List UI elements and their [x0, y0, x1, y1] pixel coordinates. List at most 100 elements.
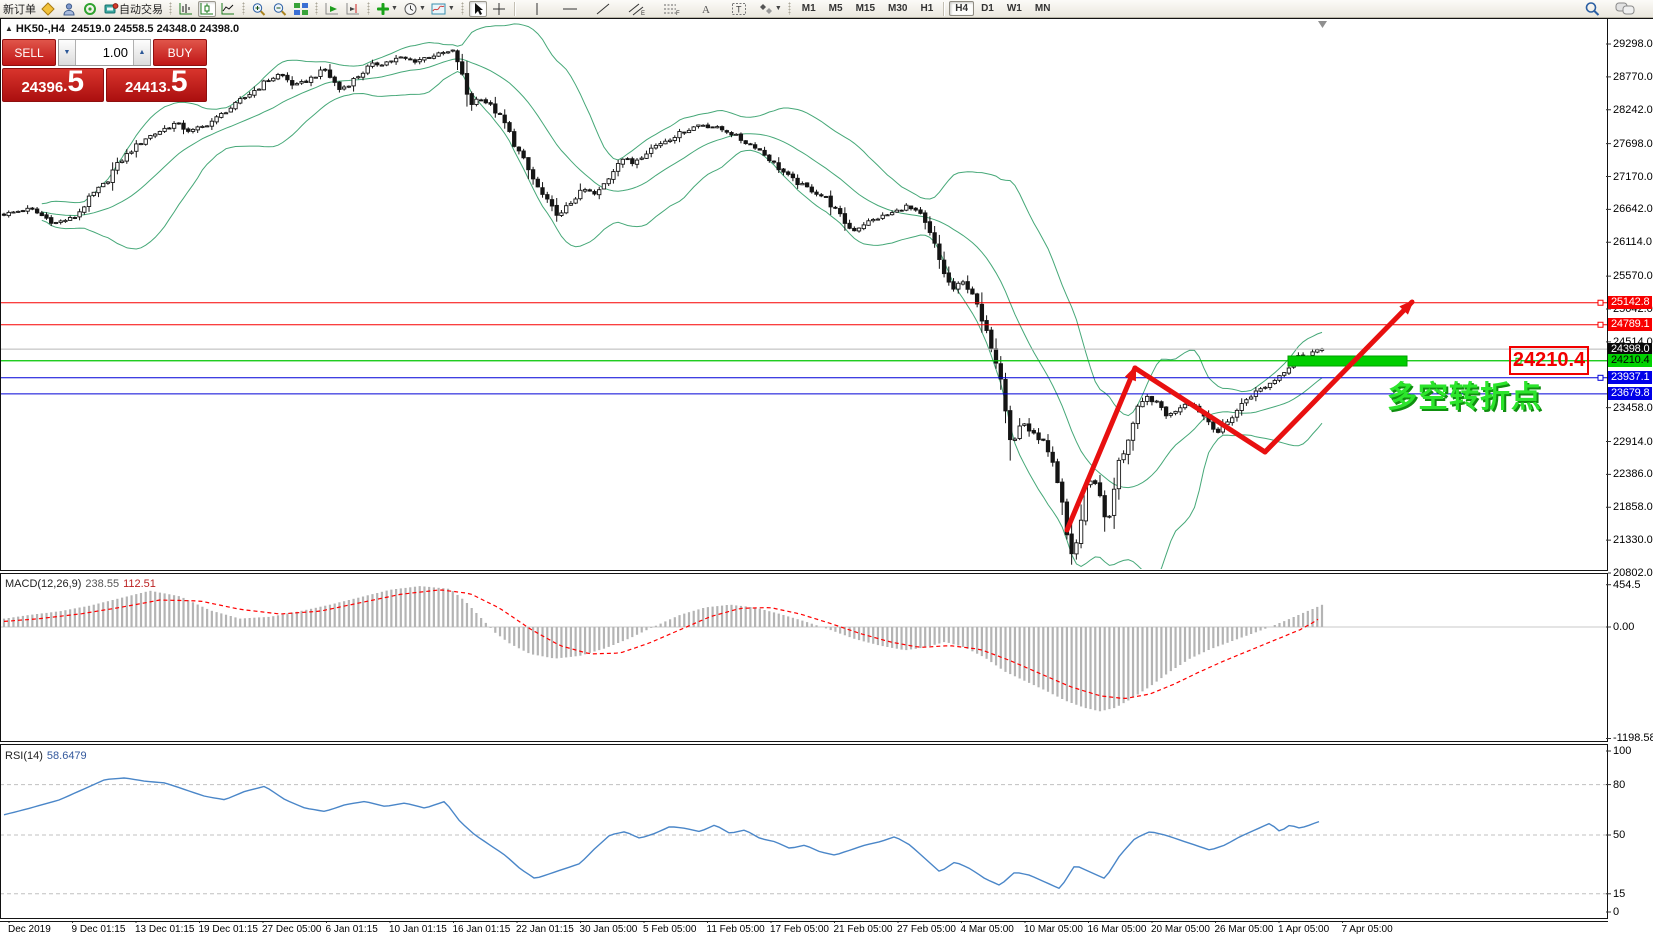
line-handle[interactable]	[1597, 321, 1604, 328]
toolbar-grip[interactable]	[460, 2, 464, 15]
time-axis-label: 20 Mar 05:00	[1151, 924, 1210, 935]
buy-button[interactable]: BUY	[153, 39, 207, 66]
time-axis-label: 21 Feb 05:00	[833, 924, 893, 935]
rsi-axis-label: 50	[1613, 829, 1626, 841]
chart-title: ▲ HK50-,H4 24519.0 24558.5 24348.0 24398.…	[5, 23, 239, 35]
time-axis-label: 10 Jan 01:15	[389, 924, 447, 935]
tile-windows-button[interactable]	[292, 1, 310, 17]
fibonacci-icon: F	[663, 4, 680, 16]
price-marker-blue: 23679.8	[1608, 387, 1653, 401]
time-axis-label: 7 Apr 05:00	[1341, 924, 1393, 935]
price-axis-label: 27170.0	[1613, 170, 1653, 183]
collapse-triangle-icon[interactable]: ▲	[5, 24, 13, 33]
time-axis-label: 10 Mar 05:00	[1024, 924, 1083, 935]
text-label-tool-button[interactable]: T	[730, 1, 748, 17]
search-button[interactable]	[1583, 1, 1602, 17]
price-axis-label: 25570.0	[1613, 270, 1653, 283]
timeframe-button-m15[interactable]: M15	[850, 1, 881, 16]
time-axis-label: 26 Mar 05:00	[1214, 924, 1274, 935]
price-axis-label: 26642.0	[1613, 203, 1653, 216]
timeframe-button-mn[interactable]: MN	[1029, 1, 1057, 16]
vertical-line-tool-button[interactable]	[528, 1, 546, 17]
toolbar-grip[interactable]	[787, 2, 791, 15]
auto-scroll-icon	[325, 2, 338, 14]
macd-indicator-label: MACD(12,26,9) 238.55 112.51	[5, 578, 156, 590]
cursor-icon	[474, 2, 483, 15]
arrows-tool-button[interactable]: ▼	[757, 1, 783, 17]
period-button[interactable]: ▼	[402, 1, 427, 17]
sell-button[interactable]: SELL	[2, 39, 56, 66]
volume-stepper: ▼ 1.00 ▲	[58, 39, 151, 66]
green-swirl-icon	[84, 2, 96, 15]
volume-decrease-button[interactable]: ▼	[59, 40, 76, 65]
timeframe-toolbar: M1 M5 M15 M30 H1 H4 D1 W1 MN	[796, 1, 1057, 16]
price-axis-label: 29298.0	[1613, 38, 1653, 50]
autotrading-button[interactable]: 自动交易	[102, 1, 164, 17]
chart-shift-icon	[346, 2, 359, 14]
price-axis-label: 22386.0	[1613, 468, 1653, 481]
toolbar-grip[interactable]	[367, 2, 370, 15]
pane-divider[interactable]	[0, 570, 1608, 574]
trendline-tool-button[interactable]	[594, 1, 612, 17]
add-indicator-button[interactable]: ▼	[375, 1, 399, 17]
auto-scroll-button[interactable]	[323, 1, 341, 17]
rsi-name: RSI(14)	[5, 750, 43, 762]
zoom-out-button[interactable]	[271, 1, 289, 17]
crosshair-tool-button[interactable]	[490, 1, 508, 17]
pane-divider[interactable]	[0, 741, 1608, 745]
fibonacci-tool-button[interactable]: F	[662, 1, 682, 17]
symbol-period: HK50-,H4	[15, 23, 65, 35]
community-button[interactable]	[81, 1, 99, 17]
templates-button[interactable]: ▼	[430, 1, 456, 17]
chart-shift-button[interactable]	[344, 1, 362, 17]
zoom-in-button[interactable]	[250, 1, 268, 17]
bar-chart-type-button[interactable]	[177, 1, 195, 17]
time-axis-label: 30 Jan 05:00	[579, 924, 638, 935]
timeframe-button-d1[interactable]: D1	[975, 1, 1000, 16]
price-axis-label: 21858.0	[1613, 501, 1653, 514]
time-axis-label: 19 Dec 01:15	[198, 924, 259, 935]
rsi-axis-label: 100	[1613, 745, 1632, 757]
volume-increase-button[interactable]: ▲	[133, 40, 150, 65]
line-handle[interactable]	[1597, 299, 1604, 306]
turning-point-text[interactable]: 多空转折点	[1387, 372, 1542, 416]
sell-price-box[interactable]: 243965	[2, 67, 104, 102]
toolbar-grip[interactable]	[242, 2, 245, 15]
price-marker-green: 24210.4	[1608, 354, 1653, 368]
chat-bubbles-icon	[1615, 2, 1635, 15]
timeframe-button-m1[interactable]: M1	[796, 1, 822, 16]
toolbar-separator	[513, 1, 516, 16]
line-chart-type-button[interactable]	[219, 1, 237, 17]
volume-input[interactable]: 1.00	[76, 40, 133, 65]
chart-canvas[interactable]	[0, 0, 1653, 942]
equidistant-channel-tool-button[interactable]: E	[627, 1, 647, 17]
cursor-tool-button[interactable]	[468, 0, 487, 17]
price-marker-red: 24789.1	[1608, 318, 1653, 332]
buy-price-box[interactable]: 244135	[105, 67, 207, 102]
candlestick-icon	[200, 2, 213, 14]
time-axis-label: 27 Feb 05:00	[897, 924, 956, 935]
price-axis-label: 20802.0	[1613, 567, 1653, 580]
candlestick-chart-type-button[interactable]	[198, 0, 216, 17]
market-watch-button[interactable]	[39, 1, 57, 17]
line-handle[interactable]	[1597, 374, 1604, 381]
time-axis-label: 27 Dec 05:00	[262, 924, 322, 935]
clock-icon	[404, 2, 417, 15]
horizontal-line-tool-button[interactable]	[561, 1, 579, 17]
time-axis-label: 9 Dec 01:15	[71, 924, 126, 935]
chat-button[interactable]	[1614, 1, 1636, 17]
text-a-icon: A	[702, 4, 710, 16]
timeframe-button-h1[interactable]: H1	[914, 1, 939, 16]
timeframe-button-h4[interactable]: H4	[949, 1, 975, 16]
text-tool-button[interactable]: A	[697, 1, 715, 17]
toolbar-grip[interactable]	[315, 2, 318, 15]
level-price-box[interactable]: 24210.4	[1509, 346, 1589, 375]
toolbar-grip[interactable]	[169, 2, 172, 15]
timeframe-button-m30[interactable]: M30	[882, 1, 913, 16]
autotrading-icon	[104, 2, 119, 13]
timeframe-button-w1[interactable]: W1	[1001, 1, 1028, 16]
timeframe-button-m5[interactable]: M5	[823, 1, 849, 16]
new-order-button[interactable]: 新订单	[3, 1, 36, 17]
accounts-button[interactable]	[60, 1, 78, 17]
ohlc-values: 24519.0 24558.5 24348.0 24398.0	[70, 23, 240, 35]
